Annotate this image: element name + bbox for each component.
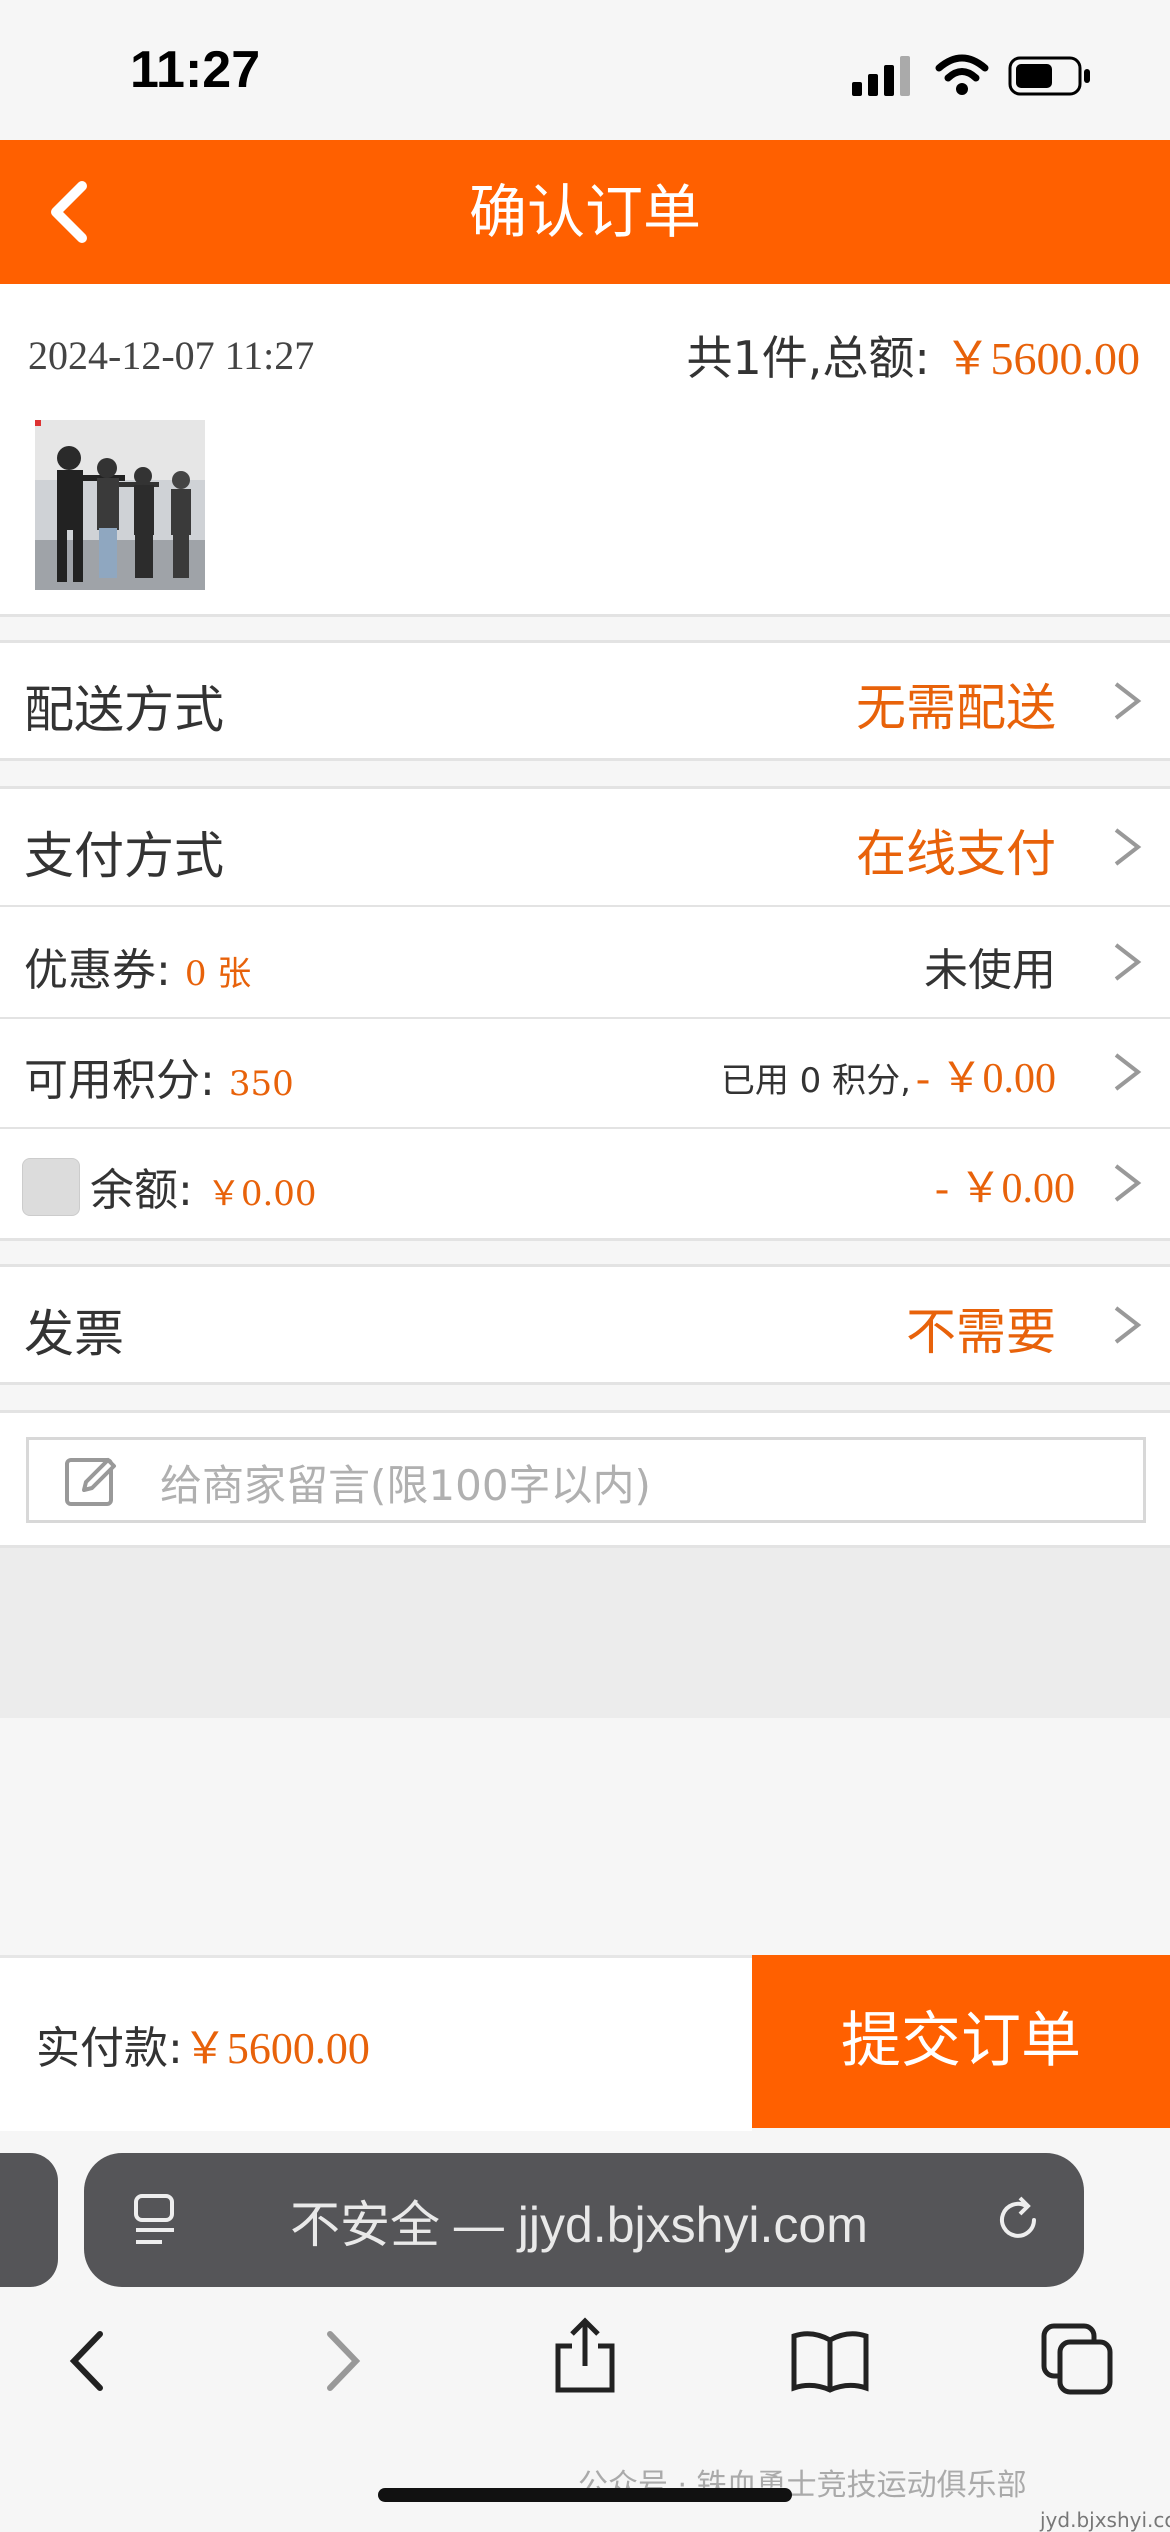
delivery-label: 配送方式 [24,681,224,739]
order-date: 2024-12-07 11:27 [28,333,315,378]
balance-count: ￥0.00 [206,1174,317,1214]
invoice-value: 不需要 [906,1303,1056,1361]
chevron-right-icon [1114,943,1142,981]
chevron-right-icon [1114,1164,1142,1202]
tabs-icon[interactable] [1040,2322,1116,2398]
pay-amount-line: 实付款:￥5600.00 [36,2012,370,2076]
wifi-icon [935,54,989,95]
balance-line: 余额: ￥0.00 [90,1154,317,1218]
page-title: 确认订单 [468,178,701,246]
status-time: 11:27 [130,41,261,99]
points-label: 可用积分: [24,1055,215,1106]
share-icon[interactable] [550,2316,620,2396]
home-indicator [378,2488,792,2502]
coupon-label: 优惠券: [24,945,171,996]
chevron-right-icon [1114,1306,1142,1344]
order-total-prefix: 共1件,总额: [686,331,945,385]
note-placeholder: 给商家留言(限100字以内) [160,1461,651,1510]
order-total-line: 共1件,总额: ￥5600.00 [686,322,1140,388]
chevron-left-icon [51,181,87,243]
payment-label: 支付方式 [24,827,224,885]
reload-icon[interactable] [990,2192,1046,2248]
points-used-value: - ￥0.00 [916,1056,1056,1102]
divider [0,758,1170,761]
submit-order-button[interactable]: 提交订单 [752,1955,1170,2128]
coupon-value: 未使用 [924,945,1056,996]
divider [0,1238,1170,1241]
watermark-site: jyd.bjxshyi.com [1040,2508,1170,2532]
coupon-line: 优惠券: 0 张 [24,934,251,998]
forward-icon[interactable] [310,2326,370,2396]
chevron-right-icon [1114,682,1142,720]
divider [0,1382,1170,1385]
payment-value: 在线支付 [856,825,1056,883]
previous-tab[interactable] [0,2153,58,2287]
spacer [0,1548,1170,1718]
chevron-right-icon [1114,828,1142,866]
pay-label: 实付款: [36,2023,183,2074]
url-text[interactable]: 不安全 — jjyd.bjxshyi.com [290,2185,868,2257]
cellular-signal-icon [852,56,910,96]
edit-icon [65,1458,116,1506]
bookmarks-icon[interactable] [790,2326,870,2396]
back-icon[interactable] [60,2326,120,2396]
coupon-count: 0 张 [184,954,252,994]
back-button[interactable] [30,160,130,264]
invoice-label: 发票 [24,1305,124,1363]
points-used: 已用 0 积分, - ￥0.00 [721,1044,1056,1105]
delivery-value: 无需配送 [856,679,1056,737]
points-line: 可用积分: 350 [24,1044,294,1108]
order-total-value: ￥5600.00 [944,333,1141,384]
balance-value: - ￥0.00 [935,1166,1075,1212]
points-used-prefix: 已用 0 积分, [720,1061,911,1101]
divider [0,614,1170,617]
reader-icon[interactable] [130,2190,186,2250]
points-count: 350 [228,1064,294,1104]
product-thumbnail[interactable] [35,420,205,590]
balance-label: 余额: [90,1165,193,1216]
pay-value: ￥5600.00 [182,2024,370,2073]
chevron-right-icon [1114,1053,1142,1091]
product-photo [35,420,205,590]
battery-icon [1008,56,1090,96]
balance-checkbox[interactable] [22,1158,80,1216]
